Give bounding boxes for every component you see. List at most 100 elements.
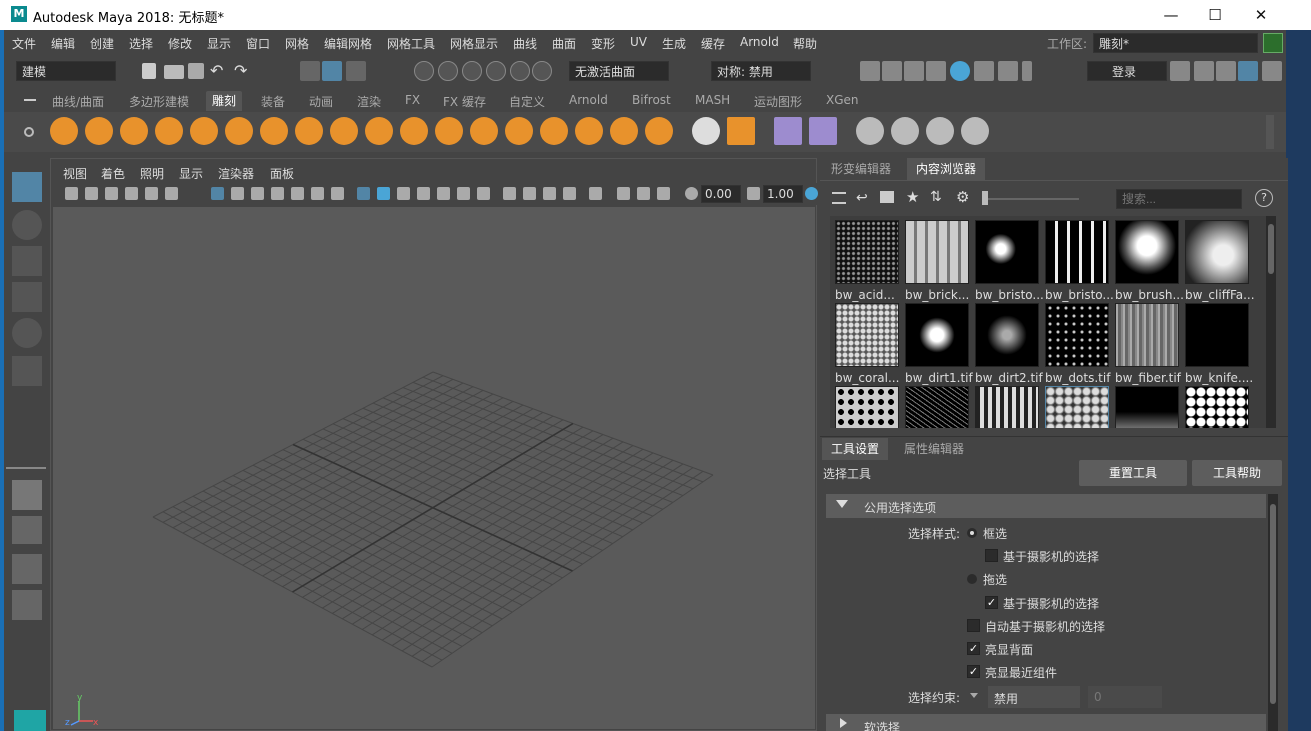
- 2d-pan-zoom-icon[interactable]: [145, 187, 158, 200]
- marquee-radio[interactable]: [967, 528, 977, 538]
- thumbnail-image[interactable]: [905, 386, 969, 428]
- shelf-tab-animation[interactable]: 动画: [309, 93, 333, 110]
- anti-aliasing-icon[interactable]: [543, 187, 556, 200]
- xray-components-icon[interactable]: [657, 187, 670, 200]
- camera-attr-icon[interactable]: [85, 187, 98, 200]
- hypershade-icon[interactable]: [950, 61, 970, 81]
- four-view-layout-icon[interactable]: [12, 516, 42, 544]
- tool-settings-scrollbar[interactable]: [1268, 494, 1278, 731]
- menu-windows[interactable]: 窗口: [246, 35, 270, 52]
- shelf-tab-custom[interactable]: 自定义: [509, 93, 545, 110]
- exposure-field[interactable]: 0.00: [701, 185, 741, 203]
- camera-based-checkbox-1[interactable]: [985, 549, 998, 562]
- snap-surface-icon[interactable]: [510, 61, 530, 81]
- shelf-tab-sculpting[interactable]: 雕刻: [206, 91, 243, 111]
- snap-view-icon[interactable]: [486, 61, 506, 81]
- fill-tool-icon[interactable]: [470, 117, 498, 145]
- lock-icon[interactable]: [1263, 33, 1283, 53]
- highlight-nearest-checkbox[interactable]: ✓: [967, 665, 980, 678]
- render-view-icon[interactable]: [860, 61, 880, 81]
- scrape-tool-icon[interactable]: [435, 117, 463, 145]
- thumbnail-item[interactable]: [1115, 386, 1181, 428]
- shelf-tab-fx-caching[interactable]: FX 缓存: [443, 93, 486, 110]
- eraser-tool-icon[interactable]: [961, 117, 989, 145]
- snap-point-icon[interactable]: [462, 61, 482, 81]
- section-header-soft-selection[interactable]: 软选择: [826, 714, 1266, 731]
- open-scene-icon[interactable]: [164, 65, 184, 79]
- select-component-icon[interactable]: [346, 61, 366, 81]
- xray-icon[interactable]: [617, 187, 630, 200]
- select-tool-icon[interactable]: [12, 172, 42, 202]
- wax-tool-icon[interactable]: [400, 117, 428, 145]
- smear-tool-icon[interactable]: [540, 117, 568, 145]
- grease-pencil-icon[interactable]: [165, 187, 178, 200]
- redo-icon[interactable]: ↷: [234, 61, 254, 81]
- drag-radio[interactable]: [967, 574, 977, 584]
- gamma-icon[interactable]: [747, 187, 760, 200]
- snap-grid-icon[interactable]: [414, 61, 434, 81]
- shelf-tab-arnold[interactable]: Arnold: [569, 93, 608, 107]
- menu-arnold[interactable]: Arnold: [740, 35, 779, 49]
- section-header-common-selection[interactable]: 公用选择选项: [826, 494, 1266, 518]
- arnold-ipr-icon[interactable]: [998, 61, 1018, 81]
- menu-generate[interactable]: 生成: [662, 35, 686, 52]
- menu-mesh-display[interactable]: 网格显示: [450, 35, 498, 52]
- gate-mask-icon[interactable]: [271, 187, 284, 200]
- paint-select-tool-icon[interactable]: [12, 246, 42, 276]
- constraint-dropdown-arrow-icon[interactable]: [970, 693, 978, 698]
- rotate-tool-icon[interactable]: [12, 318, 42, 348]
- menu-create[interactable]: 创建: [90, 35, 114, 52]
- thumbnail-image[interactable]: [835, 386, 899, 428]
- spray-tool-icon[interactable]: [295, 117, 323, 145]
- shelf-tab-poly-modeling[interactable]: 多边形建模: [129, 93, 189, 110]
- thumbnail-item[interactable]: bw_brick...: [905, 220, 971, 302]
- new-scene-icon[interactable]: [142, 63, 156, 79]
- safe-title-icon[interactable]: [331, 187, 344, 200]
- thumbnail-item[interactable]: bw_dots.tif: [1045, 303, 1111, 385]
- shelf-tab-mash[interactable]: MASH: [695, 93, 730, 107]
- gamma-field[interactable]: 1.00: [763, 185, 803, 203]
- wireframe-icon[interactable]: [357, 187, 370, 200]
- menu-select[interactable]: 选择: [129, 35, 153, 52]
- add-folder-icon[interactable]: [880, 191, 894, 203]
- reset-tool-button[interactable]: 重置工具: [1079, 460, 1187, 486]
- menu-curves[interactable]: 曲线: [513, 35, 537, 52]
- blend-shape-icon[interactable]: [856, 117, 884, 145]
- render-frame-icon[interactable]: [882, 61, 902, 81]
- tab-shape-editor[interactable]: 形变编辑器: [822, 158, 900, 180]
- resolution-gate-icon[interactable]: [251, 187, 264, 200]
- shape-editor-icon[interactable]: [891, 117, 919, 145]
- ipr-render-icon[interactable]: [904, 61, 924, 81]
- vp-menu-lighting[interactable]: 照明: [140, 165, 164, 182]
- content-search-input[interactable]: [1116, 189, 1242, 209]
- select-hierarchy-icon[interactable]: [300, 61, 320, 81]
- shelf-tab-motion-graphics[interactable]: 运动图形: [754, 93, 802, 110]
- shelf-tab-rendering[interactable]: 渲染: [357, 93, 381, 110]
- thumbnail-image[interactable]: [905, 220, 969, 284]
- camera-based-checkbox-2[interactable]: ✓: [985, 596, 998, 609]
- help-icon[interactable]: ?: [1255, 189, 1273, 207]
- vp-menu-show[interactable]: 显示: [179, 165, 203, 182]
- lasso-tool-icon[interactable]: [12, 210, 42, 240]
- symmetry-dropdown[interactable]: 对称: 禁用: [711, 61, 811, 81]
- settings-gear-icon[interactable]: ⚙: [956, 188, 969, 206]
- thumbnail-item[interactable]: [1045, 386, 1111, 428]
- thumbnail-item[interactable]: [1185, 386, 1251, 428]
- scale-tool-icon[interactable]: [12, 356, 42, 386]
- two-panes-layout-icon[interactable]: [12, 554, 42, 584]
- menu-edit[interactable]: 编辑: [51, 35, 75, 52]
- thumbnail-image[interactable]: [835, 303, 899, 367]
- thumbnail-item[interactable]: bw_bristo...: [975, 220, 1044, 302]
- vp-menu-panels[interactable]: 面板: [270, 165, 294, 182]
- bookmark-icon[interactable]: [105, 187, 118, 200]
- image-plane-icon[interactable]: [125, 187, 138, 200]
- isolate-select-icon[interactable]: [589, 187, 602, 200]
- vp-menu-view[interactable]: 视图: [63, 165, 87, 182]
- pose-editor-icon[interactable]: [926, 117, 954, 145]
- thumbnail-item[interactable]: bw_acid...: [835, 220, 901, 302]
- menu-surfaces[interactable]: 曲面: [552, 35, 576, 52]
- collapse-arrow-icon[interactable]: [836, 500, 848, 508]
- thumbnail-image[interactable]: [1045, 303, 1109, 367]
- field-chart-icon[interactable]: [291, 187, 304, 200]
- amplify-tool-icon[interactable]: [610, 117, 638, 145]
